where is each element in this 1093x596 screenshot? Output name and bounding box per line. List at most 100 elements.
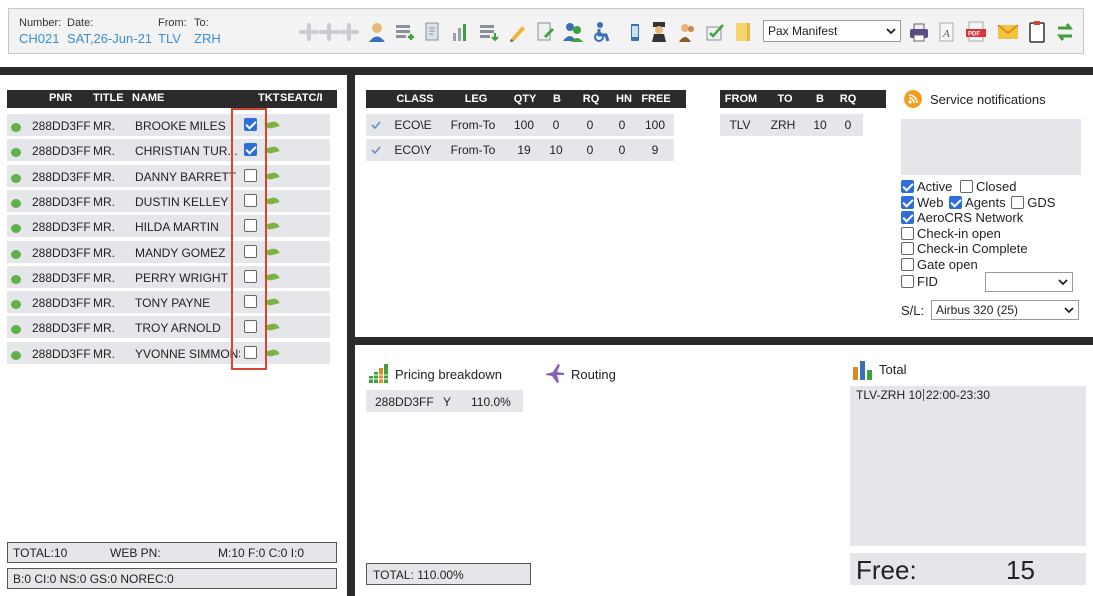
pdf-icon[interactable]: PDF (965, 21, 987, 43)
mobile-icon[interactable] (625, 21, 645, 43)
leg-col-rq[interactable]: RQ (840, 93, 857, 105)
pax-name[interactable]: DUSTIN KELLEY (135, 195, 240, 209)
pax-row[interactable]: 288DD3FF MR. HILDA MARTIN (7, 215, 330, 238)
col-pnr[interactable]: PNR (49, 92, 72, 104)
pax-name[interactable]: PERRY WRIGHT (135, 271, 240, 285)
pax-pnr[interactable]: 288DD3FF (32, 347, 91, 361)
active-checkbox[interactable] (901, 180, 914, 193)
pax-row[interactable]: 288DD3FF MR. MANDY GOMEZ (7, 240, 330, 263)
printer-icon[interactable] (909, 21, 929, 43)
col-seat[interactable]: SEATC/I (280, 92, 323, 104)
leg-row[interactable]: TLV ZRH 10 0 (720, 114, 863, 136)
pax-pnr[interactable]: 288DD3FF (32, 119, 91, 133)
fid-select[interactable] (985, 272, 1073, 292)
pax-row[interactable]: 288DD3FF MR. CHRISTIAN TUR... (7, 139, 330, 162)
vertical-divider[interactable] (347, 75, 355, 596)
users-icon[interactable] (563, 21, 583, 43)
middle-divider[interactable] (355, 337, 1093, 345)
pax-name[interactable]: CHRISTIAN TUR... (135, 144, 240, 158)
pax-row[interactable]: 288DD3FF MR. YVONNE SIMMONS (7, 341, 330, 364)
sl-select[interactable]: Airbus 320 (25) (931, 300, 1079, 320)
service-options-row-7: FID (901, 274, 938, 289)
text-document-icon[interactable]: A (937, 21, 957, 43)
pax-row[interactable]: 288DD3FF MR. TONY PAYNE (7, 291, 330, 314)
routing-title[interactable]: Routing (571, 367, 616, 382)
class-row[interactable]: ECO\E From-To 100 0 0 0 100 (366, 114, 674, 136)
leg-col-b[interactable]: B (816, 93, 824, 105)
pax-name[interactable]: MANDY GOMEZ (135, 246, 240, 260)
checkin-open-checkbox[interactable] (901, 227, 914, 240)
pax-row[interactable]: 288DD3FF MR. PERRY WRIGHT (7, 265, 330, 288)
web-checkbox[interactable] (901, 196, 914, 209)
col-name[interactable]: NAME (132, 92, 164, 104)
user-icon[interactable] (367, 21, 387, 43)
pax-title: MR. (93, 119, 115, 133)
pax-pnr[interactable]: 288DD3FF (32, 220, 91, 234)
pricing-row[interactable]: 288DD3FF Y 110.0% (366, 390, 523, 412)
pax-pnr[interactable]: 288DD3FF (32, 170, 91, 184)
pilot-icon[interactable] (649, 21, 669, 43)
plane-add-icon[interactable] (319, 21, 339, 43)
gds-checkbox[interactable] (1011, 196, 1025, 209)
swap-arrows-icon[interactable] (1055, 20, 1075, 44)
gate-open-checkbox[interactable] (901, 258, 914, 271)
document-icon[interactable] (423, 21, 443, 43)
closed-label: Closed (976, 179, 1017, 194)
flight-date-value[interactable]: SAT,26-Jun-21 (67, 31, 152, 46)
leg-col-from[interactable]: FROM (725, 93, 757, 105)
class-col-class[interactable]: CLASS (396, 93, 433, 105)
flight-number-value[interactable]: CH021 (19, 31, 61, 46)
pax-name[interactable]: DANNY BARRETT (135, 170, 240, 184)
pax-row[interactable]: 288DD3FF MR. TROY ARNOLD (7, 316, 330, 339)
service-notifications-box[interactable] (901, 119, 1081, 175)
class-col-hn[interactable]: HN (616, 93, 632, 105)
flight-from-value[interactable]: TLV (158, 31, 187, 46)
pax-row[interactable]: 288DD3FF MR. DANNY BARRETT (7, 164, 330, 187)
pax-pnr[interactable]: 288DD3FF (32, 246, 91, 260)
pax-name[interactable]: BROOKE MILES (135, 119, 240, 133)
pax-pnr[interactable]: 288DD3FF (32, 296, 91, 310)
class-col-leg[interactable]: LEG (465, 93, 488, 105)
flight-to-value[interactable]: ZRH (194, 31, 221, 46)
class-row[interactable]: ECO\Y From-To 19 10 0 0 9 (366, 139, 674, 161)
pax-title: MR. (93, 270, 115, 285)
crew-icon[interactable] (677, 21, 697, 43)
envelope-icon[interactable] (997, 23, 1019, 41)
pax-name[interactable]: TROY ARNOLD (135, 321, 240, 335)
pax-row[interactable]: 288DD3FF MR. BROOKE MILES (7, 114, 330, 136)
class-col-b[interactable]: B (553, 93, 561, 105)
fid-checkbox[interactable] (901, 275, 914, 288)
checkin-complete-checkbox[interactable] (901, 242, 914, 255)
bar-chart-icon[interactable] (451, 21, 471, 43)
pax-pnr[interactable]: 288DD3FF (32, 271, 91, 285)
clipboard-icon[interactable] (1027, 20, 1047, 44)
list-download-icon[interactable] (479, 21, 499, 43)
plane-add-icon[interactable] (339, 21, 359, 43)
pax-name[interactable]: HILDA MARTIN (135, 220, 240, 234)
class-col-free[interactable]: FREE (641, 93, 670, 105)
pricing-breakdown-title[interactable]: Pricing breakdown (395, 367, 502, 382)
col-title[interactable]: TITLE (93, 92, 124, 104)
pax-pnr[interactable]: 288DD3FF (32, 321, 91, 335)
closed-checkbox[interactable] (960, 180, 974, 193)
class-col-rq[interactable]: RQ (583, 93, 600, 105)
class-col-qty[interactable]: QTY (514, 93, 537, 105)
agents-checkbox[interactable] (949, 196, 963, 209)
document-edit-icon[interactable] (535, 21, 555, 43)
list-add-icon[interactable] (395, 21, 415, 43)
pax-row[interactable]: 288DD3FF MR. DUSTIN KELLEY (7, 189, 330, 212)
pax-pnr[interactable]: 288DD3FF (32, 195, 91, 209)
wheelchair-user-icon[interactable] (591, 21, 611, 43)
pax-name[interactable]: YVONNE SIMMONS (135, 347, 240, 361)
pax-pnr[interactable]: 288DD3FF (32, 144, 91, 158)
folder-note-icon[interactable] (733, 21, 753, 43)
pencil-icon[interactable] (507, 21, 527, 43)
pax-name[interactable]: TONY PAYNE (135, 296, 240, 310)
service-options-row-6: Gate open (901, 257, 978, 272)
checkbox-mail-icon[interactable] (705, 21, 725, 43)
aerocrs-checkbox[interactable] (901, 211, 914, 224)
report-select[interactable]: Pax Manifest (763, 20, 901, 42)
col-tkt[interactable]: TKT (258, 92, 279, 104)
plane-add-icon[interactable] (299, 21, 319, 43)
leg-col-to[interactable]: TO (777, 93, 792, 105)
